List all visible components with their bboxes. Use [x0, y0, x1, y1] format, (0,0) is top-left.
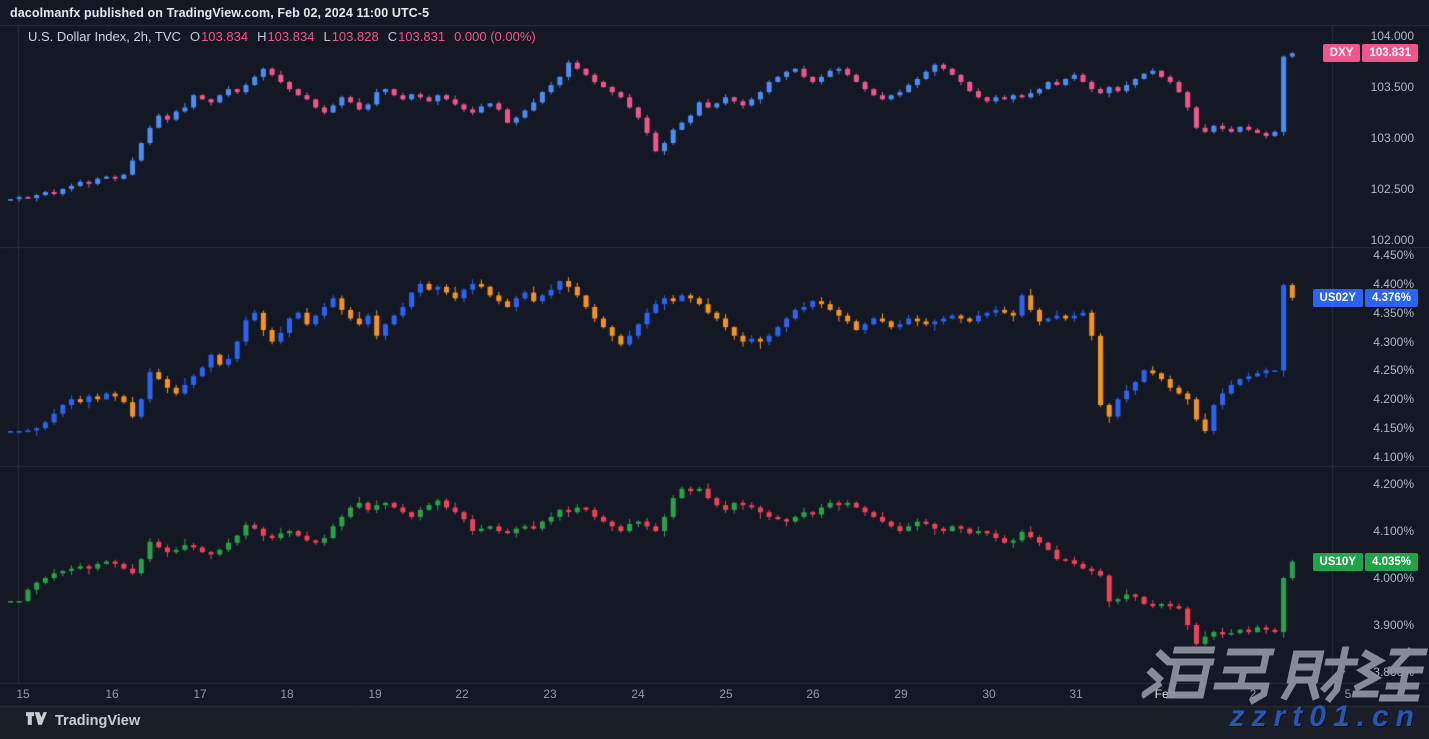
price-tick-us02y-3: 4.300% — [1373, 334, 1414, 350]
price-tick-dxy-2: 103.000 — [1371, 130, 1414, 146]
price-tick-us02y-7: 4.100% — [1373, 449, 1414, 465]
price-tick-us10y-3: 3.900% — [1373, 617, 1414, 633]
chip-price-value: 4.376% — [1365, 289, 1418, 307]
time-tick-26: 26 — [806, 687, 819, 701]
price-tick-us02y-4: 4.250% — [1373, 362, 1414, 378]
time-tick-30: 30 — [982, 687, 995, 701]
legend-low: L103.828 — [323, 29, 378, 44]
attribution-header: dacolmanfx published on TradingView.com,… — [10, 0, 429, 26]
chip-symbol-label: US10Y — [1313, 553, 1363, 571]
time-tick-29: 29 — [894, 687, 907, 701]
legend-title[interactable]: U.S. Dollar Index, 2h, TVC — [28, 29, 181, 44]
price-tick-us02y-0: 4.450% — [1373, 247, 1414, 263]
price-tick-us02y-2: 4.350% — [1373, 305, 1414, 321]
last-price-chip-us10y: US10Y4.035% — [1313, 553, 1418, 571]
time-tick-31: 31 — [1069, 687, 1082, 701]
legend-close: C103.831 — [388, 29, 445, 44]
time-tick-22: 22 — [455, 687, 468, 701]
price-tick-dxy-3: 102.500 — [1371, 181, 1414, 197]
watermark-url: zzrt01.cn — [1230, 700, 1421, 734]
time-tick-17: 17 — [193, 687, 206, 701]
time-tick-23: 23 — [543, 687, 556, 701]
price-tick-us10y-0: 4.200% — [1373, 476, 1414, 492]
price-tick-dxy-0: 104.000 — [1371, 28, 1414, 44]
chip-price-value: 4.035% — [1365, 553, 1418, 571]
tradingview-logo-label: TradingView — [55, 713, 140, 729]
legend-change: 0.000 (0.00%) — [454, 29, 536, 44]
symbol-legend[interactable]: U.S. Dollar Index, 2h, TVC O103.834 H103… — [28, 29, 536, 44]
price-tick-us02y-6: 4.150% — [1373, 420, 1414, 436]
tradingview-logo[interactable]: TradingView — [26, 712, 140, 730]
price-tick-us02y-5: 4.200% — [1373, 391, 1414, 407]
time-tick-25: 25 — [719, 687, 732, 701]
time-tick-19: 19 — [368, 687, 381, 701]
legend-open: O103.834 — [190, 29, 248, 44]
time-tick-15: 15 — [16, 687, 29, 701]
price-tick-us10y-1: 4.100% — [1373, 523, 1414, 539]
last-price-chip-dxy: DXY103.831 — [1323, 44, 1418, 62]
last-price-chip-us02y: US02Y4.376% — [1313, 289, 1418, 307]
candlestick-chart-canvas[interactable] — [0, 0, 1429, 739]
chip-price-value: 103.831 — [1362, 44, 1418, 62]
tradingview-logo-icon — [26, 712, 47, 730]
time-tick-16: 16 — [105, 687, 118, 701]
price-tick-dxy-4: 102.000 — [1371, 232, 1414, 248]
price-tick-dxy-1: 103.500 — [1371, 79, 1414, 95]
time-tick-18: 18 — [280, 687, 293, 701]
attribution-text: dacolmanfx published on TradingView.com,… — [10, 6, 429, 20]
price-tick-us10y-2: 4.000% — [1373, 570, 1414, 586]
chip-symbol-label: US02Y — [1313, 289, 1363, 307]
chip-symbol-label: DXY — [1323, 44, 1361, 62]
chart-page: dacolmanfx published on TradingView.com,… — [0, 0, 1429, 739]
legend-high: H103.834 — [257, 29, 314, 44]
time-tick-24: 24 — [631, 687, 644, 701]
